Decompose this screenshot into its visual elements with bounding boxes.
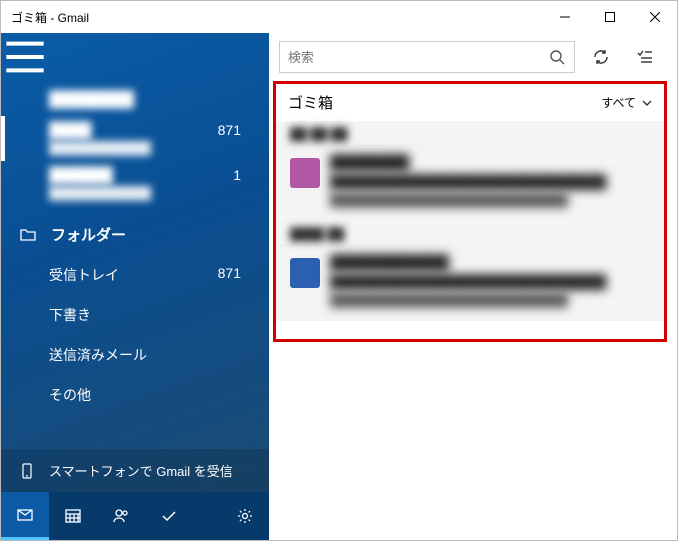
toolbar: [269, 33, 677, 81]
list-header: ゴミ箱 すべて: [276, 84, 664, 121]
select-mode-button[interactable]: [627, 39, 663, 75]
date-header: ████ ██: [276, 221, 664, 245]
bottombar: [1, 492, 269, 540]
folders-header[interactable]: フォルダー: [1, 212, 269, 255]
folder-icon: [19, 226, 37, 244]
promo-banner[interactable]: スマートフォンで Gmail を受信: [1, 449, 269, 492]
phone-icon: [19, 463, 35, 479]
date-header: ██ ██ ██: [276, 121, 664, 145]
maximize-button[interactable]: [587, 1, 632, 33]
close-button[interactable]: [632, 1, 677, 33]
window-title: ゴミ箱 - Gmail: [1, 9, 542, 26]
list-title: ゴミ箱: [288, 92, 333, 113]
hamburger-button[interactable]: [1, 33, 49, 81]
folder-sent[interactable]: 送信済みメール: [1, 335, 269, 375]
titlebar: ゴミ箱 - Gmail: [1, 1, 677, 33]
message-item[interactable]: ████████ ██████████████████████████████ …: [276, 145, 664, 221]
people-button[interactable]: [97, 492, 145, 540]
account-item-selected[interactable]: ████ ████████████ 871: [1, 116, 269, 161]
search-box[interactable]: [279, 41, 575, 73]
minimize-button[interactable]: [542, 1, 587, 33]
filter-dropdown[interactable]: すべて: [601, 94, 652, 111]
avatar: [290, 158, 320, 188]
todo-button[interactable]: [145, 492, 193, 540]
refresh-button[interactable]: [583, 39, 619, 75]
sidebar: ████████ ████ ████████████ 871 ██████ ██…: [1, 33, 269, 540]
search-icon[interactable]: [548, 48, 566, 66]
calendar-button[interactable]: [49, 492, 97, 540]
settings-button[interactable]: [221, 492, 269, 540]
message-item[interactable]: ████████████ ███████████████████████████…: [276, 245, 664, 321]
account-item[interactable]: ██████ ████████████ 1: [1, 161, 269, 206]
account-item[interactable]: ████████: [1, 85, 269, 116]
avatar: [290, 258, 320, 288]
mail-button[interactable]: [1, 492, 49, 540]
folder-drafts[interactable]: 下書き: [1, 295, 269, 335]
folder-inbox[interactable]: 受信トレイ871: [1, 255, 269, 295]
folder-more[interactable]: その他: [1, 375, 269, 415]
message-list-highlight: ゴミ箱 すべて ██ ██ ██ ████████ ██████████████…: [273, 81, 667, 342]
chevron-down-icon: [642, 98, 652, 108]
search-input[interactable]: [288, 50, 548, 65]
main-pane: ゴミ箱 すべて ██ ██ ██ ████████ ██████████████…: [269, 33, 677, 540]
account-list: ████████ ████ ████████████ 871 ██████ ██…: [1, 81, 269, 212]
